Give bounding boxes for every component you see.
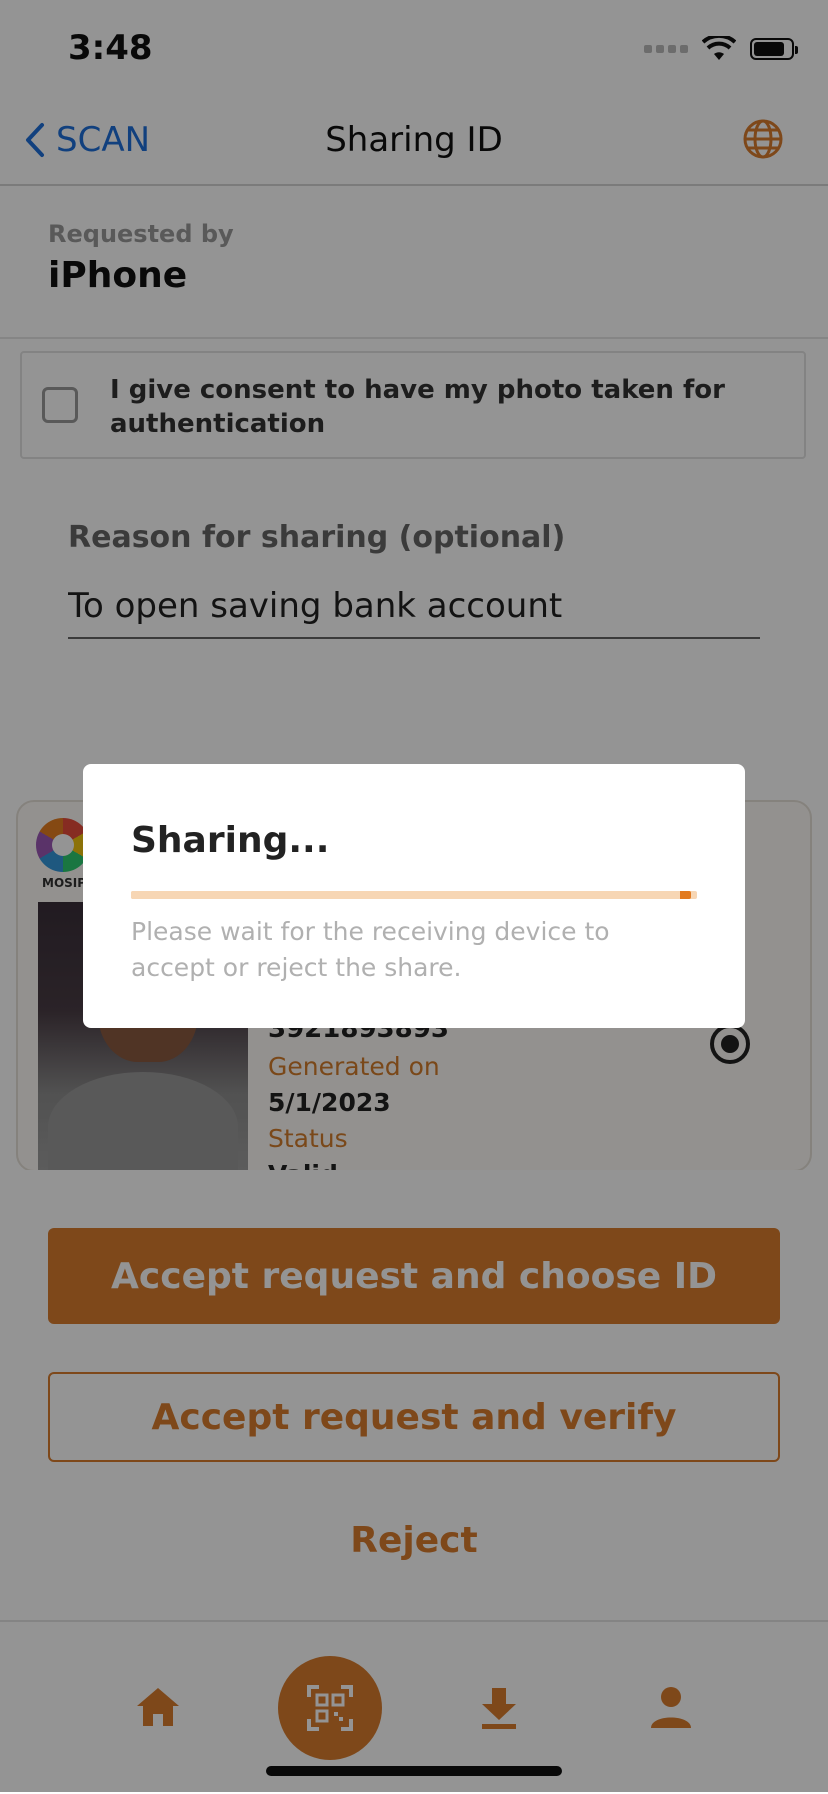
progress-fill — [131, 891, 692, 899]
sharing-dialog: Sharing... Please wait for the receiving… — [83, 764, 745, 1028]
progress-bar — [131, 891, 697, 899]
dialog-title: Sharing... — [131, 820, 330, 861]
dialog-message: Please wait for the receiving device to … — [131, 917, 610, 982]
